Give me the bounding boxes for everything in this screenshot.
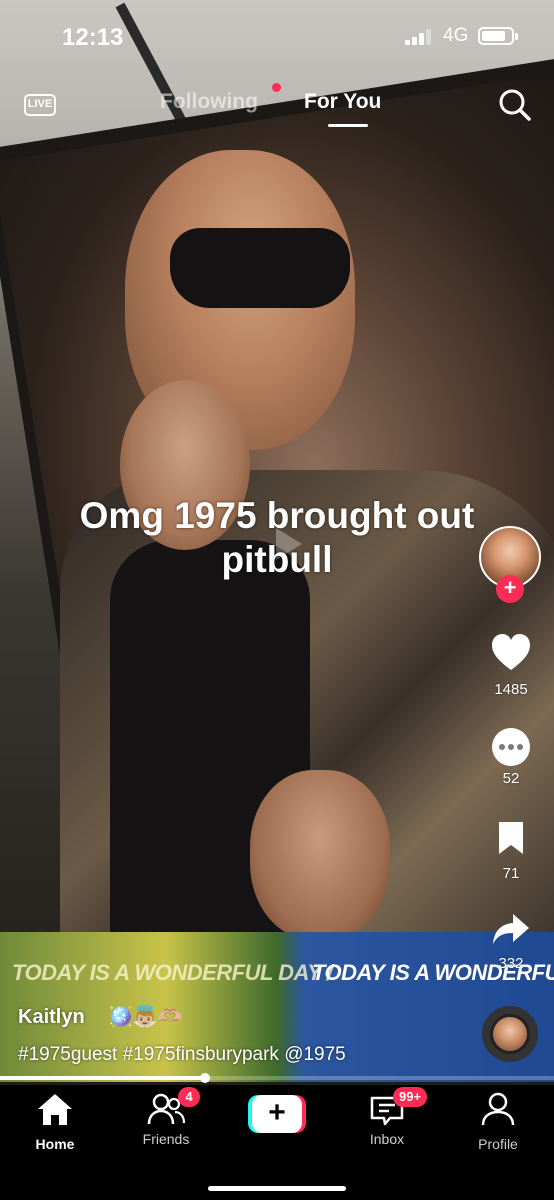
friends-badge: 4 (178, 1087, 200, 1107)
comment-button[interactable]: 52 (484, 728, 538, 787)
plus-icon: + (252, 1095, 302, 1133)
tab-inbox[interactable]: 99+ Inbox (342, 1087, 432, 1147)
profile-icon (481, 1092, 515, 1126)
tab-profile[interactable]: Profile (453, 1091, 543, 1152)
share-count: 332 (498, 955, 524, 972)
tab-inbox-label: Inbox (369, 1131, 405, 1147)
tab-home-label: Home (35, 1136, 75, 1152)
share-button[interactable]: 332 (484, 912, 538, 972)
follow-button[interactable]: + (496, 575, 524, 603)
author-emoji: 🪩👼🏼🫶🏼 (108, 1006, 183, 1028)
search-icon[interactable] (498, 88, 532, 122)
inbox-badge: 99+ (393, 1087, 428, 1107)
live-label: LIVE (27, 98, 53, 110)
tab-profile-label: Profile (478, 1136, 518, 1152)
post-hashtags[interactable]: #1975guest #1975finsburypark @1975 (18, 1044, 346, 1066)
create-button[interactable]: + (248, 1095, 306, 1133)
tab-friends[interactable]: 4 Friends (121, 1087, 211, 1147)
video-progress-bar[interactable] (0, 1073, 554, 1083)
live-button[interactable]: LIVE (22, 90, 58, 118)
like-button[interactable]: 1485 (484, 632, 538, 698)
status-bar: 12:13 4G (0, 0, 554, 70)
tab-for-you[interactable]: For You (304, 90, 381, 114)
new-content-dot (272, 83, 281, 92)
caption-line: pitbull (221, 539, 333, 581)
signal-icon (405, 29, 431, 45)
author-name[interactable]: Kaitlyn (18, 1006, 85, 1029)
progress-thumb[interactable] (199, 1073, 210, 1083)
bookmark-icon (499, 822, 523, 854)
tab-home[interactable]: Home (10, 1091, 100, 1152)
bookmark-count: 71 (502, 865, 520, 882)
active-tab-indicator (328, 124, 368, 127)
bookmark-button[interactable]: 71 (484, 820, 538, 882)
status-time: 12:13 (62, 24, 124, 51)
comment-count: 52 (502, 770, 520, 787)
music-disc[interactable] (482, 1006, 538, 1062)
like-count: 1485 (494, 681, 528, 698)
home-icon (38, 1094, 72, 1125)
home-indicator (208, 1186, 346, 1191)
video-caption: Omg 1975 brought out pitbull (40, 494, 514, 583)
singer-hand (250, 770, 390, 940)
singer-sunglasses (170, 228, 350, 308)
network-type: 4G (443, 25, 469, 46)
bottom-tab-bar: Home 4 Friends + 99+ Inbox Profile (0, 1085, 554, 1200)
share-icon (493, 914, 529, 944)
caption-line: Omg 1975 brought out (79, 495, 475, 536)
top-nav: LIVE Following For You (0, 80, 554, 130)
banner-text-left: TODAY IS A WONDERFUL DAY / (12, 960, 333, 985)
progress-fill (0, 1076, 205, 1080)
heart-icon (492, 634, 530, 670)
comment-icon (492, 728, 530, 766)
tab-following[interactable]: Following (160, 90, 258, 114)
tab-friends-label: Friends (142, 1131, 190, 1147)
battery-icon (478, 27, 518, 45)
